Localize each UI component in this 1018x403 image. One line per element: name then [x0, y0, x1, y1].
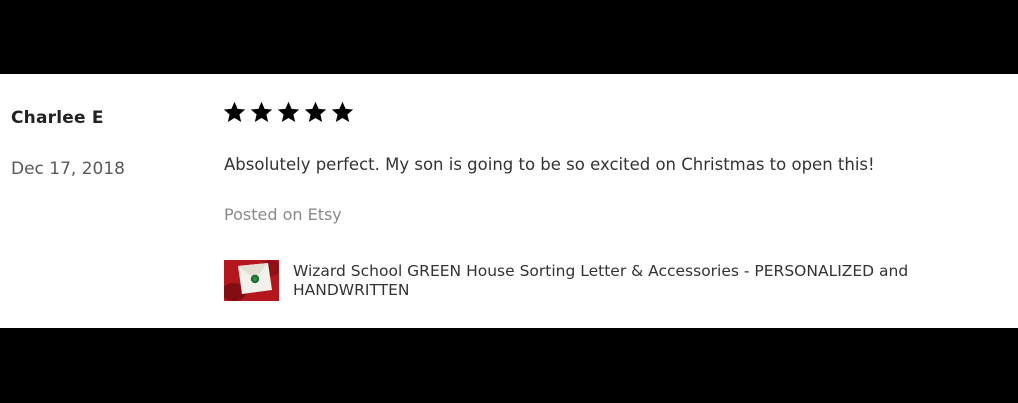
reviewer-name: Charlee E: [11, 108, 104, 128]
star-icon: [304, 101, 327, 122]
star-rating: [222, 100, 355, 124]
review-date: Dec 17, 2018: [11, 159, 126, 179]
star-icon: [331, 101, 354, 122]
screenshot-frame: Charlee E Dec 17, 2018 Absolutely perfec…: [0, 0, 1018, 403]
review-text: Absolutely perfect. My son is going to b…: [224, 155, 875, 174]
review-card: Charlee E Dec 17, 2018 Absolutely perfec…: [0, 74, 1018, 328]
review-source: Posted on Etsy: [224, 205, 342, 224]
product-title[interactable]: Wizard School GREEN House Sorting Letter…: [293, 262, 993, 300]
star-icon: [277, 101, 300, 122]
star-icon: [223, 101, 246, 122]
star-icon: [250, 101, 273, 122]
product-link[interactable]: Wizard School GREEN House Sorting Letter…: [224, 260, 1004, 301]
product-thumbnail[interactable]: [224, 260, 279, 301]
